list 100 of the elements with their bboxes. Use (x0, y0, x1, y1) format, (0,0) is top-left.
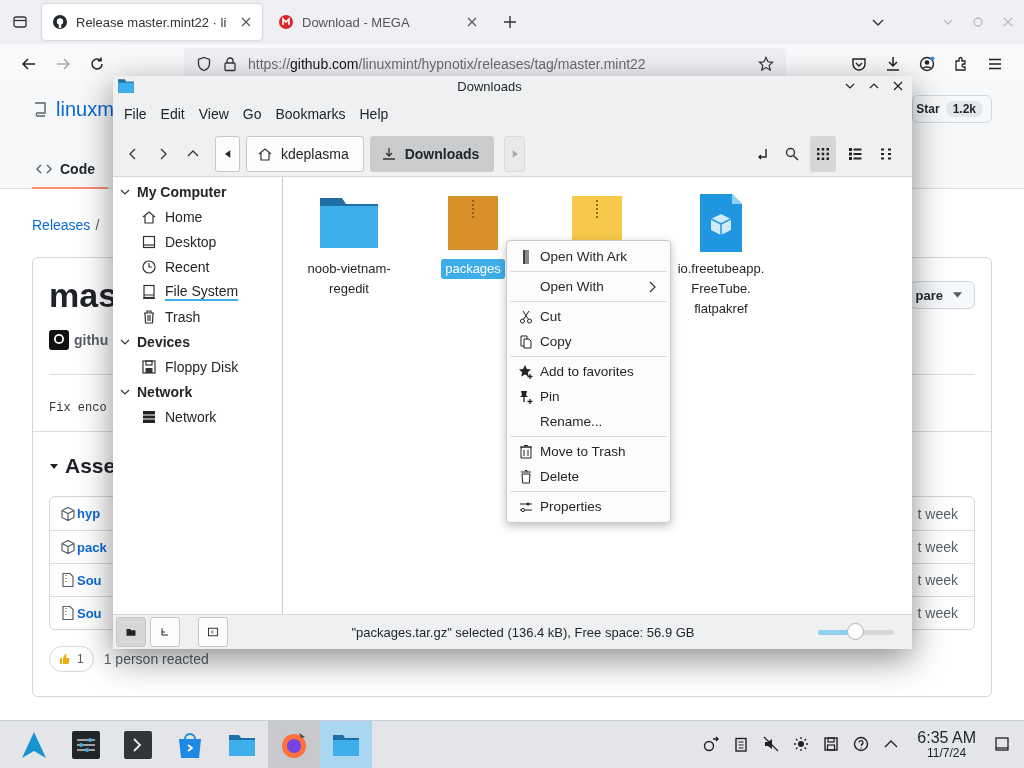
list-icon (847, 146, 863, 162)
folder-icon (117, 77, 135, 95)
package-icon (60, 505, 76, 522)
asset-date: t week (917, 505, 958, 522)
reaction-summary: 1 person reacted (103, 651, 209, 667)
asset-link[interactable]: Sou (77, 572, 102, 588)
account-icon[interactable] (919, 56, 935, 72)
close-icon[interactable] (240, 16, 252, 28)
context-menu-item[interactable]: Move to Trash (507, 439, 670, 464)
home-icon (257, 146, 273, 162)
collapse-icon[interactable] (49, 461, 59, 471)
release-notes: Fix enco (49, 401, 108, 415)
places-group[interactable]: My Computer (113, 179, 282, 204)
taskbar-folder-button[interactable] (320, 721, 372, 768)
back-icon[interactable] (21, 56, 37, 72)
view-grid-button[interactable] (810, 136, 836, 172)
menu-icon[interactable] (987, 56, 1003, 72)
panel-icon (207, 626, 219, 638)
arrow-left-icon (224, 150, 231, 158)
context-menu-item[interactable]: Copy (507, 329, 670, 354)
menu-item[interactable]: Go (235, 106, 269, 122)
brightness-icon[interactable] (793, 736, 810, 753)
places-item[interactable]: Floppy Disk (113, 354, 282, 379)
places-group[interactable]: Devices (113, 329, 282, 354)
zip-file-icon (60, 572, 76, 588)
download-icon[interactable] (885, 56, 901, 72)
breadcrumb-button[interactable]: kdeplasma (246, 136, 364, 172)
menu-item[interactable]: Edit (153, 106, 192, 122)
reload-icon[interactable] (89, 56, 105, 72)
context-menu-item[interactable]: Delete (507, 464, 670, 489)
arrow-right-icon (511, 150, 518, 158)
file-name: noob-vietnam- regedit (306, 260, 392, 298)
menu-item[interactable]: File (117, 106, 154, 122)
extensions-icon[interactable] (953, 56, 969, 72)
clock[interactable]: 6:35 AM 11/7/24 (917, 729, 976, 760)
tree-icon (159, 626, 171, 638)
desktop-icon (141, 233, 157, 250)
close-icon[interactable] (466, 16, 478, 28)
context-menu-item[interactable]: Add to favorites (507, 359, 670, 384)
context-menu-item[interactable]: Rename... (507, 409, 670, 434)
asset-date: t week (917, 539, 958, 555)
repo-link[interactable]: linuxm (56, 97, 114, 121)
window-title: Downloads (456, 78, 523, 94)
places-item[interactable]: Home (113, 204, 282, 229)
recent-icon (141, 258, 157, 275)
close-icon[interactable] (892, 80, 904, 92)
context-menu-item[interactable]: Properties (507, 494, 670, 519)
assets-heading: Asse (65, 454, 116, 478)
caret-icon (953, 292, 962, 298)
menu-item[interactable]: Bookmarks (268, 106, 353, 122)
sliders-icon (71, 729, 101, 760)
url-text: https://github.com/linuxmint/hypnotix/releases/tag/master.mint22 (248, 56, 646, 72)
lock-icon (222, 56, 238, 72)
pocket-icon[interactable] (851, 56, 867, 72)
reaction-button[interactable]: 1 (49, 646, 94, 672)
download-icon (380, 146, 397, 162)
menu-item[interactable]: View (191, 106, 236, 122)
avatar-icon (49, 330, 69, 350)
context-menu-item[interactable]: Cut (507, 304, 670, 329)
asset-link[interactable]: pack (77, 539, 107, 555)
context-menu-item[interactable]: Pin (507, 384, 670, 409)
show-desktop-icon[interactable] (994, 736, 1010, 753)
taskbar-firefox-button[interactable] (268, 721, 320, 768)
asset-link[interactable]: hyp (77, 506, 101, 521)
browser-tab[interactable]: Download - MEGA (268, 4, 488, 40)
pin-icon (518, 388, 534, 405)
floppy-icon (141, 358, 157, 375)
asset-date: t week (917, 572, 958, 588)
asset-link[interactable]: Sou (77, 605, 102, 621)
author-name[interactable]: githu (74, 332, 109, 348)
network-icon[interactable] (703, 736, 720, 753)
context-menu-item[interactable]: Open With Ark (507, 244, 670, 269)
places-item[interactable]: Desktop (113, 229, 282, 254)
menu-item[interactable]: Help (352, 106, 396, 122)
github-icon (52, 14, 68, 30)
copy-icon (518, 333, 534, 350)
network-icon (141, 408, 157, 425)
thumbs-up-icon (59, 653, 71, 665)
breadcrumb-button[interactable]: Downloads (369, 136, 495, 172)
panel-sidebar-button[interactable] (198, 617, 228, 647)
clipboard-icon[interactable] (733, 736, 750, 753)
zoom-slider[interactable] (818, 622, 894, 642)
browser-tab[interactable]: Release master.mint22 · li (42, 4, 262, 40)
help-icon[interactable] (853, 736, 870, 753)
places-item[interactable]: Network (113, 404, 282, 429)
places-group[interactable]: Network (113, 379, 282, 404)
context-menu-item[interactable]: Open With (507, 274, 670, 299)
search-icon[interactable] (784, 146, 800, 162)
muted-speaker-icon[interactable] (763, 736, 780, 753)
cut-icon (518, 308, 534, 325)
compare-button[interactable]: pare (909, 281, 975, 309)
tab-list-icon[interactable] (12, 14, 28, 30)
star-button[interactable]: Star 1.2k (912, 95, 992, 123)
asset-date: t week (917, 605, 958, 621)
panel-folderbtn-button[interactable] (116, 617, 146, 647)
new-tab-icon[interactable] (502, 14, 518, 30)
trash-icon (141, 308, 157, 325)
releases-link[interactable]: Releases (32, 217, 91, 233)
code-tab[interactable]: Code (32, 151, 108, 189)
star-icon[interactable] (758, 56, 774, 72)
